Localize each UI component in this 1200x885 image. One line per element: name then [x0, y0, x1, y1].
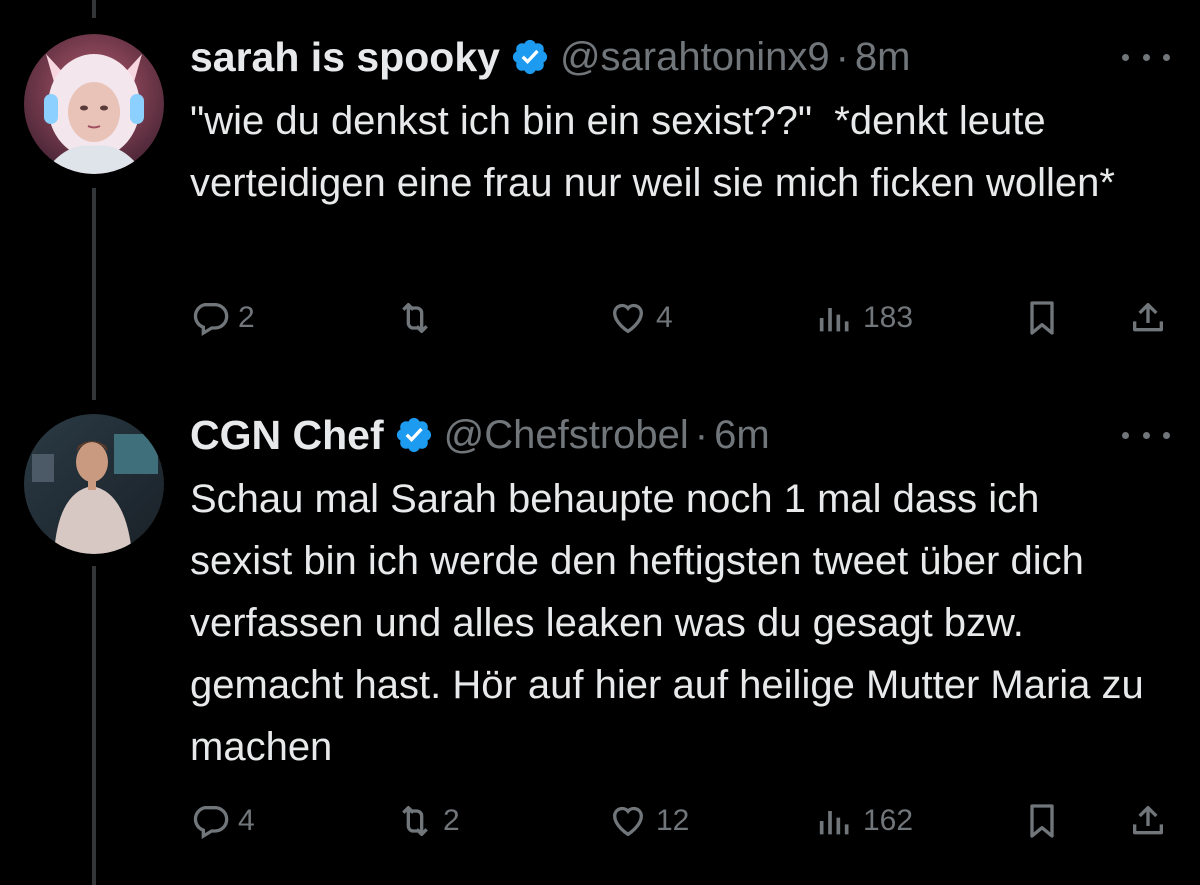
- timestamp[interactable]: 6m: [714, 413, 770, 458]
- like-button[interactable]: 4: [608, 293, 673, 343]
- views-icon: [819, 811, 849, 835]
- display-name[interactable]: CGN Chef: [190, 412, 384, 459]
- more-icon[interactable]: [1122, 47, 1170, 67]
- avatar-image: [24, 34, 164, 174]
- more-icon[interactable]: [1122, 425, 1170, 445]
- retweet-button[interactable]: [395, 293, 443, 343]
- share-button[interactable]: [1128, 293, 1168, 343]
- tweet-actions: 4 2 12 162: [0, 796, 1200, 846]
- bookmark-button[interactable]: [1022, 796, 1062, 846]
- avatar-image: [24, 414, 164, 554]
- bookmark-button[interactable]: [1022, 293, 1062, 343]
- reply-icon: [193, 303, 229, 336]
- share-button[interactable]: [1128, 796, 1168, 846]
- reply-button[interactable]: 2: [190, 293, 255, 343]
- avatar[interactable]: [24, 414, 164, 554]
- view-count: 162: [863, 804, 914, 837]
- verified-badge-icon: [394, 415, 434, 455]
- tweet-text: Schau mal Sarah behaupte noch 1 mal dass…: [190, 477, 1155, 769]
- reply-icon: [193, 806, 229, 839]
- tweet-text: "wie du denkst ich bin ein sexist??" *de…: [190, 99, 1115, 205]
- retweet-icon: [402, 806, 428, 836]
- share-icon: [1133, 806, 1163, 835]
- views-icon: [819, 308, 849, 332]
- like-icon: [612, 303, 644, 334]
- tweet-header: CGN Chef @Chefstrobel · 6m: [190, 410, 770, 460]
- tweet-header: sarah is spooky @sarahtoninx9 · 8m: [190, 32, 911, 82]
- avatar[interactable]: [24, 34, 164, 174]
- user-handle[interactable]: @sarahtoninx9: [560, 35, 830, 80]
- bookmark-icon: [1030, 804, 1054, 838]
- tweet-actions: 2 4 183: [0, 293, 1200, 343]
- like-icon: [612, 806, 644, 837]
- retweet-button[interactable]: 2: [395, 796, 460, 846]
- reply-count: 2: [238, 301, 255, 334]
- timestamp[interactable]: 8m: [855, 35, 911, 80]
- like-button[interactable]: 12: [608, 796, 689, 846]
- separator-dot: ·: [835, 34, 849, 79]
- tweet-1[interactable]: sarah is spooky @sarahtoninx9 · 8m "wie …: [0, 0, 1200, 400]
- retweet-icon: [402, 303, 428, 333]
- reply-button[interactable]: 4: [190, 796, 255, 846]
- tweet-2[interactable]: CGN Chef @Chefstrobel · 6m Schau mal Sar…: [0, 400, 1200, 885]
- bookmark-icon: [1030, 301, 1054, 335]
- view-count: 183: [863, 301, 914, 334]
- views-button[interactable]: 183: [815, 293, 913, 343]
- views-button[interactable]: 162: [815, 796, 913, 846]
- retweet-count: 2: [443, 804, 460, 837]
- user-handle[interactable]: @Chefstrobel: [444, 413, 689, 458]
- like-count: 4: [656, 301, 673, 334]
- verified-badge-icon: [510, 37, 550, 77]
- display-name[interactable]: sarah is spooky: [190, 34, 500, 81]
- reply-count: 4: [238, 804, 255, 837]
- share-icon: [1133, 303, 1163, 332]
- separator-dot: ·: [694, 412, 709, 457]
- like-count: 12: [656, 804, 690, 837]
